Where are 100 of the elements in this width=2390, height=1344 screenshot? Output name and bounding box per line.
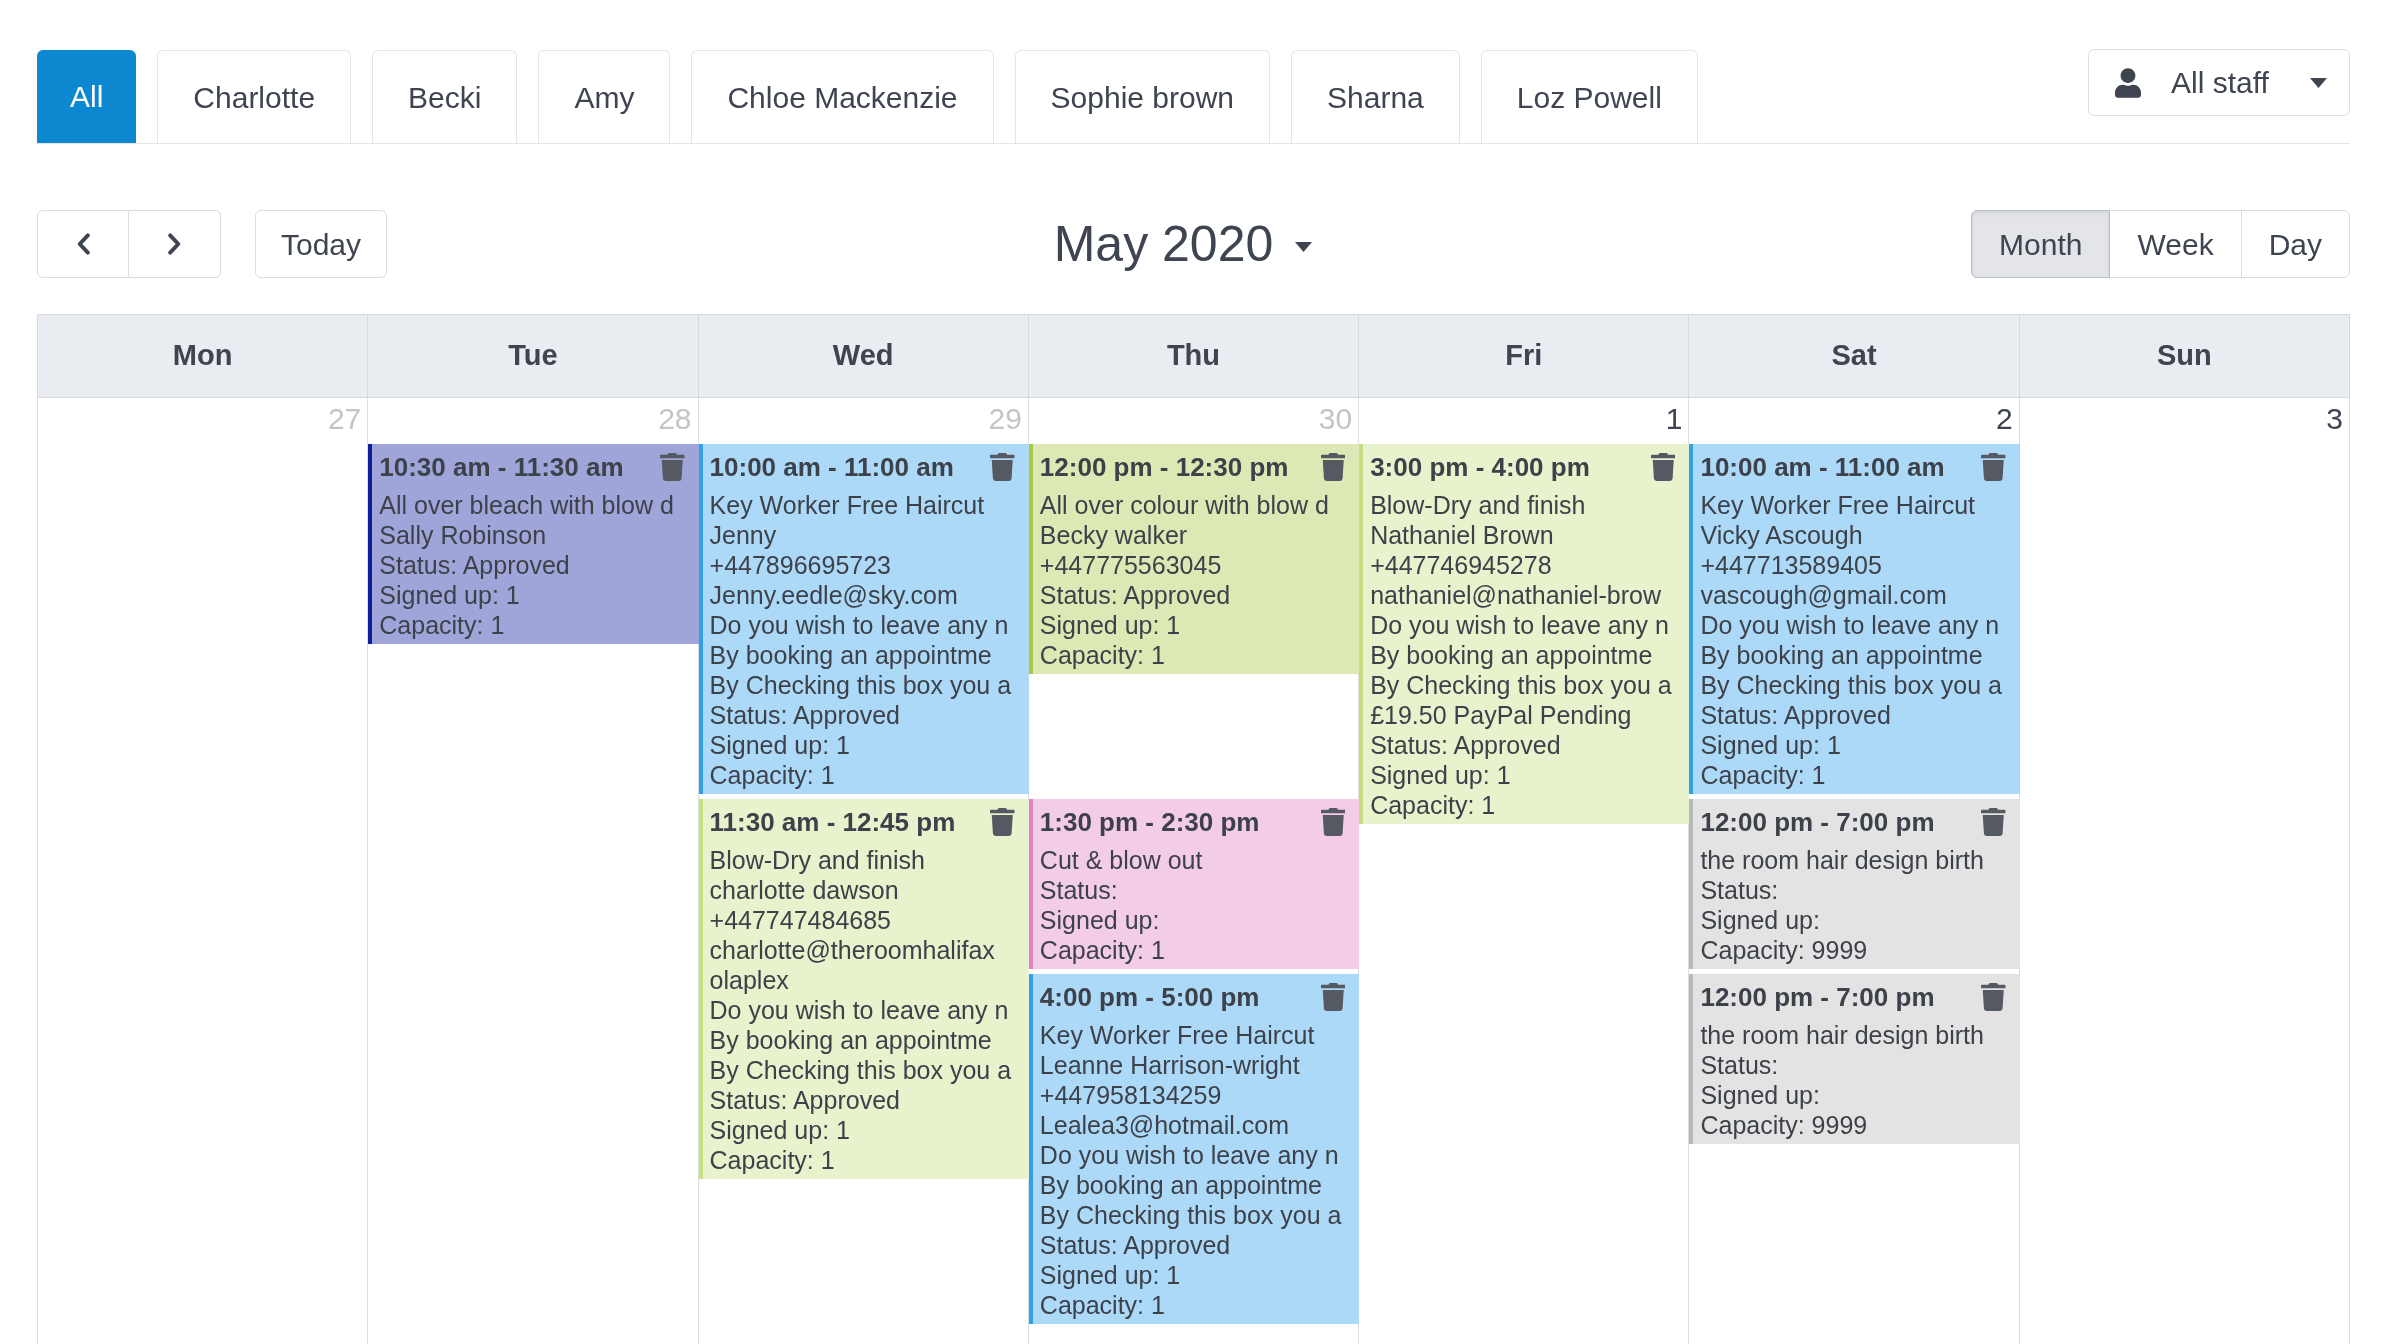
event-detail: Key Worker Free Haircut: [1039, 1020, 1315, 1050]
event-card[interactable]: 12:00 pm - 12:30 pm All over colour with blow d Becky walker +447775563045 Status: Approved Signed up: 1 Capacity: 1: [1028, 444, 1360, 674]
day-number: 30: [1318, 401, 1353, 437]
event-card[interactable]: [698, 444, 1029, 794]
event-detail: Status: Approved: [1039, 1230, 1231, 1260]
event-detail: By booking an appointme: [1039, 1170, 1322, 1200]
event-time: 12:00 pm - 12:30 pm: [1039, 452, 1289, 482]
trash-icon[interactable]: [1320, 983, 1346, 1011]
today-button[interactable]: Today: [255, 210, 388, 278]
event-detail: Signed up:: [1039, 905, 1160, 935]
event-detail: Nathaniel Brown: [1370, 520, 1554, 550]
trash-icon[interactable]: [990, 808, 1015, 836]
event-detail: Capacity: 1: [1039, 640, 1165, 670]
staff-tab[interactable]: Amy: [538, 50, 671, 143]
event-detail: Key Worker Free Haircut: [709, 490, 985, 520]
event-card[interactable]: 12:00 pm - 7:00 pm the room hair design birth Status: Signed up: Capacity: 9999: [1689, 799, 2020, 969]
event-detail: Do you wish to leave any n: [709, 610, 1009, 640]
event-detail: Signed up: 1: [1039, 1260, 1181, 1290]
event-card[interactable]: 10:30 am - 11:30 am All over bleach with blow d Sally Robinson Status: Approved Signed up: 1 Capacity: 1: [368, 444, 699, 644]
caret-icon: [2310, 77, 2327, 88]
event-detail: nathaniel@nathaniel-brow: [1370, 580, 1661, 610]
event-detail: By booking an appointme: [1370, 640, 1653, 670]
event-detail: By Checking this box you a: [709, 670, 1012, 700]
event-detail: Status: Approved: [1370, 730, 1561, 760]
event-detail: Do you wish to leave any n: [1700, 610, 2000, 640]
event-card[interactable]: [698, 799, 1029, 1179]
event-card[interactable]: 12:00 pm - 7:00 pm the room hair design birth Status: Signed up: Capacity: 9999: [1689, 974, 2020, 1144]
event-detail: All over colour with blow d: [1039, 490, 1329, 520]
event-detail: Signed up: 1: [1370, 760, 1511, 790]
trash-icon[interactable]: [1320, 808, 1346, 836]
event-time: 1:30 pm - 2:30 pm: [1039, 807, 1260, 837]
event-detail: Jenny.eedle@sky.com: [709, 580, 958, 610]
event-detail: +447896695723: [709, 550, 891, 580]
staff-tab[interactable]: Charlotte: [157, 50, 352, 143]
event-time: 11:30 am - 12:45 pm: [709, 807, 956, 837]
event-card[interactable]: 1:30 pm - 2:30 pm Cut & blow out Status: Signed up: Capacity: 1: [1028, 799, 1360, 969]
event-detail: Do you wish to leave any n: [1039, 1140, 1339, 1170]
event-time: 12:00 pm - 7:00 pm: [1700, 982, 1935, 1012]
trash-icon[interactable]: [1981, 453, 2006, 481]
staff-filter-dropdown[interactable]: All staff: [2088, 49, 2350, 116]
event-detail: Capacity: 1: [1039, 1290, 1165, 1320]
event-time: 10:00 am - 11:00 am: [709, 452, 954, 482]
staff-tab[interactable]: Sophie brown: [1014, 50, 1271, 143]
event-detail: olaplex: [709, 965, 789, 995]
event-time: 3:00 pm - 4:00 pm: [1370, 452, 1590, 482]
event-detail: Key Worker Free Haircut: [1700, 490, 1976, 520]
event-detail: charlotte dawson: [709, 875, 899, 905]
event-detail: Signed up:: [1700, 1080, 1820, 1110]
event-detail: Capacity: 9999: [1700, 1110, 1868, 1140]
event-detail: Blow-Dry and finish: [1370, 490, 1586, 520]
event-detail: By booking an appointme: [1700, 640, 1983, 670]
event-detail: +447775563045: [1039, 550, 1222, 580]
staff-tab[interactable]: All: [37, 50, 137, 143]
event-detail: +447958134259: [1039, 1080, 1222, 1110]
event-detail: charlotte@theroomhalifax: [709, 935, 995, 965]
event-detail: By Checking this box you a: [1700, 670, 2002, 700]
event-detail: Do you wish to leave any n: [709, 995, 1009, 1025]
event-detail: By Checking this box you a: [709, 1055, 1012, 1085]
event-card[interactable]: [1689, 444, 2020, 794]
staff-tab[interactable]: Sharna: [1291, 50, 1460, 143]
weekday-label: Thu: [1166, 338, 1221, 374]
event-detail: Capacity: 1: [709, 760, 835, 790]
event-detail: By booking an appointme: [709, 1025, 992, 1055]
event-detail: +447747484685: [709, 905, 891, 935]
day-number: 1: [1665, 401, 1683, 437]
chevron-left-icon: [76, 233, 90, 255]
staff-tab[interactable]: Chloe Mackenzie: [691, 50, 994, 143]
event-detail: Signed up: 1: [379, 580, 520, 610]
event-time: 10:00 am - 11:00 am: [1700, 452, 1945, 482]
staff-tab[interactable]: Becki: [372, 50, 518, 143]
trash-icon[interactable]: [1981, 808, 2006, 836]
event-detail: Blow-Dry and finish: [709, 845, 925, 875]
event-detail: the room hair design birth: [1700, 1020, 1984, 1050]
view-button[interactable]: Day: [2240, 210, 2350, 278]
trash-icon[interactable]: [990, 453, 1015, 481]
view-button[interactable]: Month: [1971, 210, 2111, 278]
event-card[interactable]: [1028, 974, 1360, 1324]
event-detail: £19.50 PayPal Pending: [1370, 700, 1632, 730]
view-button[interactable]: Week: [2109, 210, 2242, 278]
event-detail: By booking an appointme: [709, 640, 992, 670]
event-detail: the room hair design birth: [1700, 845, 1984, 875]
event-detail: Sally Robinson: [379, 520, 547, 550]
event-detail: Jenny: [709, 520, 777, 550]
event-detail: Status: Approved: [709, 700, 900, 730]
event-card[interactable]: [1359, 444, 1690, 824]
month-title-dropdown[interactable]: May 2020: [1053, 214, 1313, 274]
trash-icon[interactable]: [1650, 453, 1676, 481]
trash-icon[interactable]: [1320, 453, 1346, 481]
weekday-label: Sat: [1831, 338, 1877, 374]
weekday-label: Sun: [2156, 338, 2212, 374]
event-detail: Cut & blow out: [1039, 845, 1203, 875]
staff-tab[interactable]: Loz Powell: [1480, 50, 1698, 143]
day-number: 29: [988, 401, 1022, 437]
trash-icon[interactable]: [660, 453, 685, 481]
day-number: 28: [658, 401, 692, 437]
trash-icon[interactable]: [1981, 983, 2006, 1011]
event-detail: Capacity: 1: [1700, 760, 1826, 790]
event-detail: Signed up: 1: [1039, 610, 1181, 640]
event-detail: Capacity: 1: [379, 610, 505, 640]
day-number: 27: [327, 401, 362, 437]
